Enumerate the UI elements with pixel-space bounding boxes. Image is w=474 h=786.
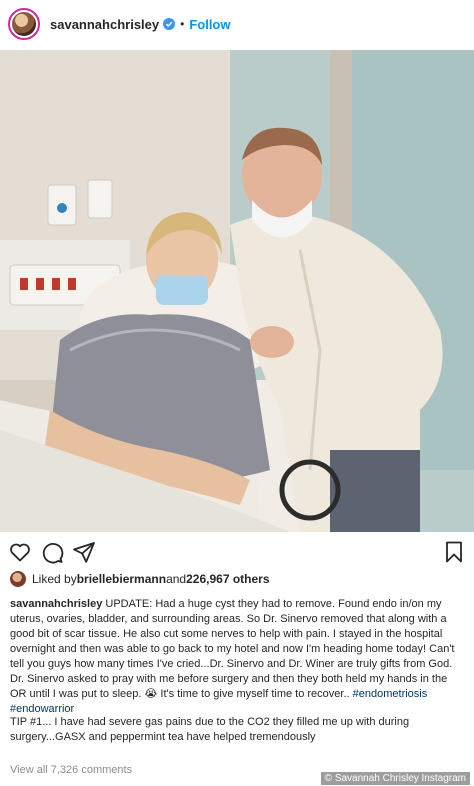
liker-avatar[interactable] — [10, 571, 26, 587]
avatar-image — [12, 12, 36, 36]
liker-username[interactable]: briellebiermann — [77, 572, 166, 586]
hashtag-endowarrior[interactable]: #endowarrior — [10, 703, 74, 715]
photo-credit: © Savannah Chrisley Instagram — [320, 772, 470, 785]
separator-dot: • — [180, 17, 185, 31]
verified-badge-icon — [163, 18, 176, 30]
caption-text: UPDATE: Had a huge cyst they had to remo… — [10, 598, 455, 700]
likes-prefix: Liked by — [32, 572, 77, 586]
post-photo[interactable] — [0, 50, 474, 532]
post-caption: savannahchrisley UPDATE: Had a huge cyst… — [10, 597, 466, 717]
likes-count[interactable]: 226,967 others — [186, 572, 269, 586]
bookmark-icon[interactable] — [442, 540, 466, 564]
hospital-photo-image — [0, 50, 474, 532]
username-link[interactable]: savannahchrisley — [50, 17, 159, 32]
hashtag-endometriosis[interactable]: #endometriosis — [353, 688, 428, 700]
likes-line: Liked by briellebiermann and 226,967 oth… — [10, 570, 270, 588]
comment-icon[interactable] — [40, 540, 64, 564]
caption-username[interactable]: savannahchrisley — [10, 598, 102, 610]
caption-tip: TIP #1... I have had severe gas pains du… — [10, 716, 410, 743]
post-header: savannahchrisley • Follow — [0, 0, 474, 48]
likes-middle: and — [166, 572, 187, 586]
share-icon[interactable] — [72, 540, 96, 564]
heart-icon[interactable] — [8, 540, 32, 564]
follow-button[interactable]: Follow — [189, 17, 230, 32]
view-comments-link[interactable]: View all 7,326 comments — [10, 764, 132, 776]
profile-avatar[interactable] — [8, 8, 40, 40]
action-bar — [0, 538, 474, 566]
